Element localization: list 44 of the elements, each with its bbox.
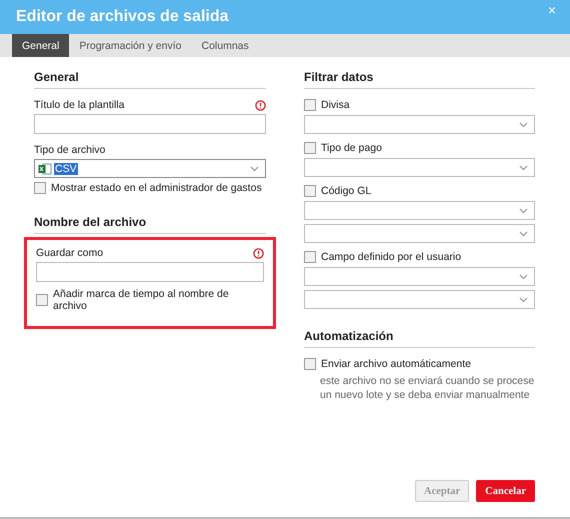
tab[interactable]: Programación y envío xyxy=(69,34,192,57)
window-title: Editor de archivos de salida xyxy=(16,8,229,26)
dropdown[interactable] xyxy=(304,290,535,309)
chevron-down-icon xyxy=(519,208,528,214)
dropdown[interactable] xyxy=(304,158,535,177)
help-text: este archivo no se enviará cuando se procese un nuevo lote y se deba enviar manualmente xyxy=(320,374,535,402)
section-heading: Nombre del archivo xyxy=(34,215,266,234)
dropdown[interactable]: CSV xyxy=(34,159,266,178)
tab[interactable]: General xyxy=(12,34,70,57)
field-label: Tipo de archivo xyxy=(34,144,106,156)
tab[interactable]: Columnas xyxy=(192,34,259,57)
dropdown[interactable] xyxy=(304,115,535,134)
chevron-down-icon xyxy=(250,166,259,172)
chevron-down-icon xyxy=(519,274,528,280)
input-field[interactable] xyxy=(34,114,266,134)
chevron-down-icon xyxy=(519,122,528,128)
checkbox[interactable] xyxy=(304,251,316,263)
chevron-down-icon xyxy=(519,164,528,170)
checkbox-label: Enviar archivo automáticamente xyxy=(321,358,471,370)
field-label: Guardar como xyxy=(36,247,104,259)
checkbox-label: Tipo de pago xyxy=(321,142,382,154)
checkbox[interactable] xyxy=(304,142,316,154)
dropdown[interactable] xyxy=(304,201,535,220)
chevron-down-icon xyxy=(519,296,528,302)
checkbox[interactable] xyxy=(34,182,46,194)
checkbox-label: Divisa xyxy=(321,99,350,111)
checkbox-label: Código GL xyxy=(321,185,372,197)
cancel-button[interactable]: Cancelar xyxy=(476,480,535,502)
section-heading: General xyxy=(34,70,266,89)
checkbox-label: Campo definido por el usuario xyxy=(321,251,462,263)
field-label: Título de la plantilla xyxy=(34,99,124,111)
checkbox[interactable] xyxy=(304,99,316,111)
dropdown[interactable] xyxy=(304,267,535,286)
checkbox[interactable] xyxy=(304,358,316,370)
section-heading: Automatización xyxy=(304,329,535,348)
chevron-down-icon xyxy=(519,230,528,236)
section-heading: Filtrar datos xyxy=(304,70,535,89)
dropdown[interactable] xyxy=(304,224,535,243)
checkbox-label: Añadir marca de tiempo al nombre de archivo xyxy=(53,288,230,312)
checkbox[interactable] xyxy=(36,294,48,306)
checkbox[interactable] xyxy=(304,185,316,197)
spreadsheet-icon xyxy=(38,162,52,174)
input-field[interactable] xyxy=(36,262,264,282)
checkbox-label: Mostrar estado en el administrador de gastos xyxy=(51,182,262,194)
